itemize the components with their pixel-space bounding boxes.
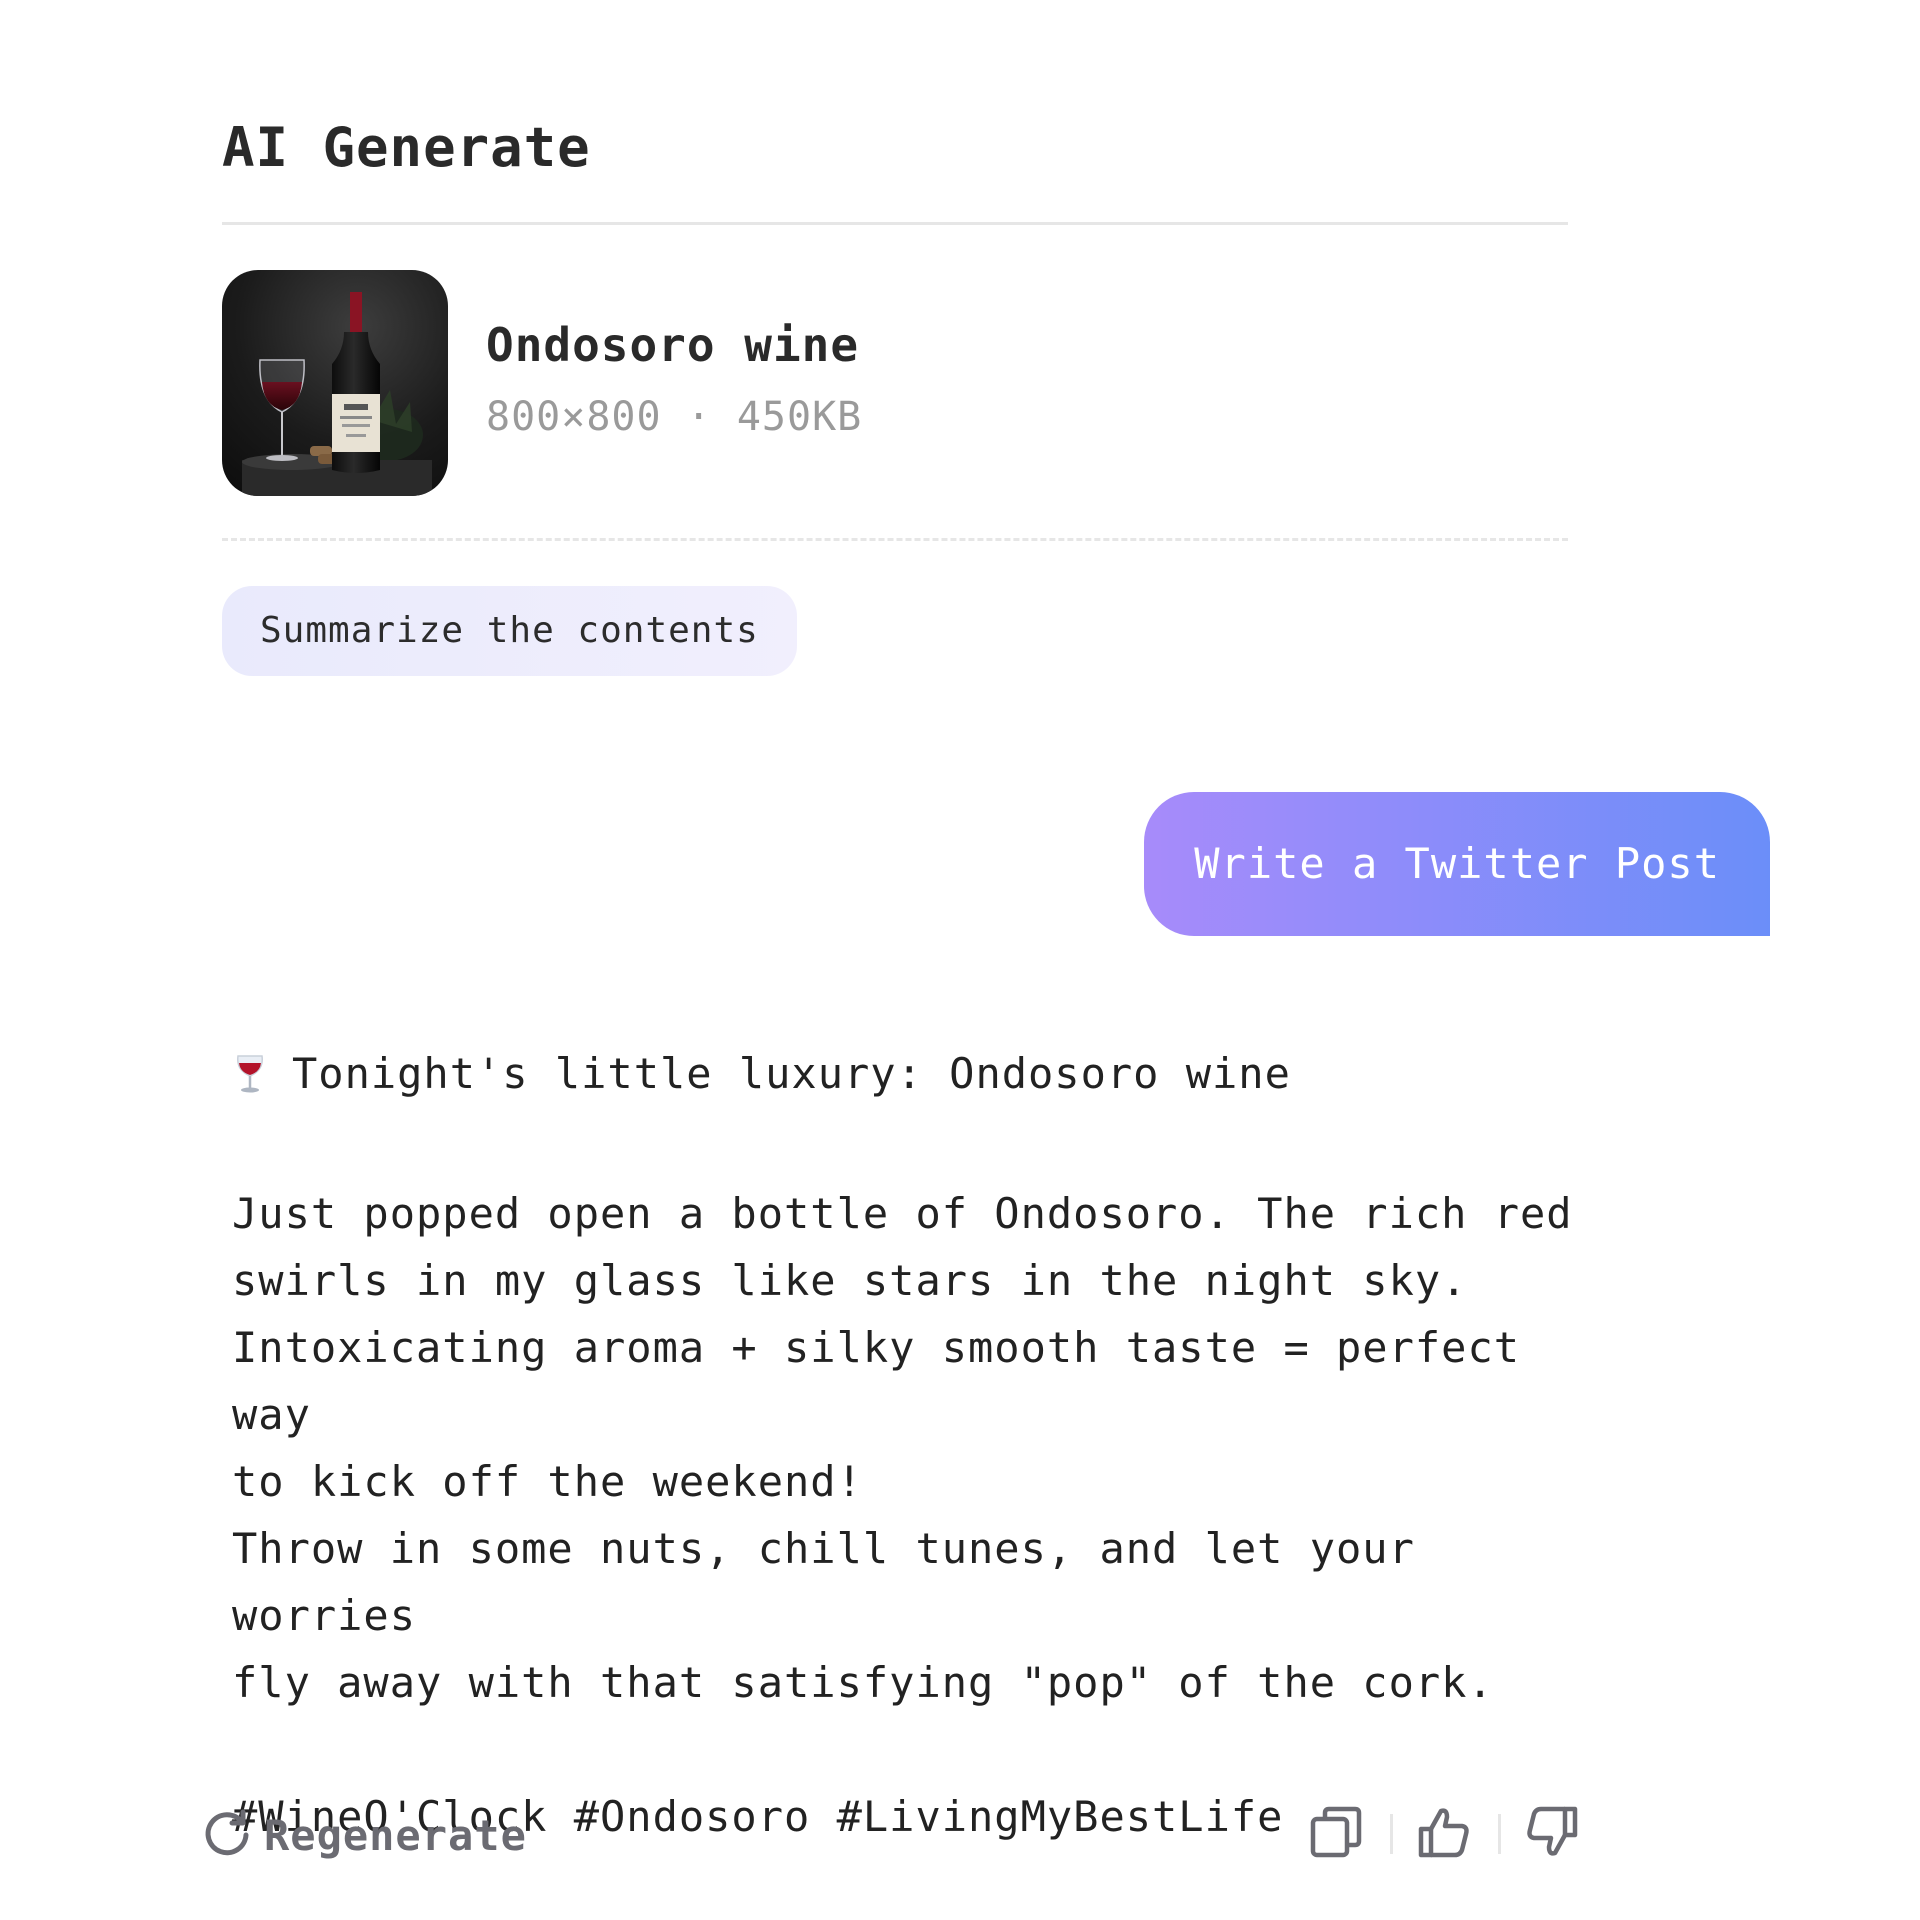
reply-line: swirls in my glass like stars in the nig… xyxy=(232,1256,1468,1305)
user-message-bubble: Write a Twitter Post xyxy=(1144,792,1770,936)
reply-headline: Tonight's little luxury: Ondosoro wine xyxy=(292,1049,1291,1098)
wine-bottle-photo xyxy=(242,292,432,496)
copy-button[interactable] xyxy=(1306,1804,1366,1864)
reply-actions: Regenerate xyxy=(202,1800,1592,1870)
suggestion-chip-summarize[interactable]: Summarize the contents xyxy=(222,586,797,676)
thumbs-down-icon xyxy=(1525,1805,1579,1863)
ai-reply: Tonight's little luxury: Ondosoro wine J… xyxy=(232,1040,1592,1850)
dislike-button[interactable] xyxy=(1522,1804,1582,1864)
reply-headline-line: Tonight's little luxury: Ondosoro wine xyxy=(232,1040,1592,1113)
action-separator xyxy=(1498,1814,1501,1854)
thumbs-up-icon xyxy=(1417,1805,1471,1863)
panel-title: AI Generate xyxy=(222,116,591,179)
regenerate-button[interactable]: Regenerate xyxy=(202,1800,527,1870)
action-separator xyxy=(1390,1814,1393,1854)
file-name: Ondosoro wine xyxy=(486,318,860,372)
file-meta: 800×800 · 450KB xyxy=(486,394,863,440)
refresh-icon xyxy=(202,1808,252,1862)
header-divider xyxy=(222,222,1568,225)
reply-line: fly away with that satisfying "pop" of t… xyxy=(232,1658,1494,1707)
like-button[interactable] xyxy=(1414,1804,1474,1864)
reply-line: Throw in some nuts, chill tunes, and let… xyxy=(232,1524,1442,1640)
file-divider xyxy=(222,538,1568,541)
wine-glass-icon xyxy=(232,1046,268,1113)
copy-icon xyxy=(1309,1805,1363,1863)
reply-line: to kick off the weekend! xyxy=(232,1457,863,1506)
file-thumbnail xyxy=(222,270,448,496)
regenerate-label: Regenerate xyxy=(264,1810,527,1860)
reply-line: Just popped open a bottle of Ondosoro. T… xyxy=(232,1189,1573,1238)
reply-line: Intoxicating aroma + silky smooth taste … xyxy=(232,1323,1547,1439)
attached-file-card: Ondosoro wine 800×800 · 450KB xyxy=(222,270,1568,496)
